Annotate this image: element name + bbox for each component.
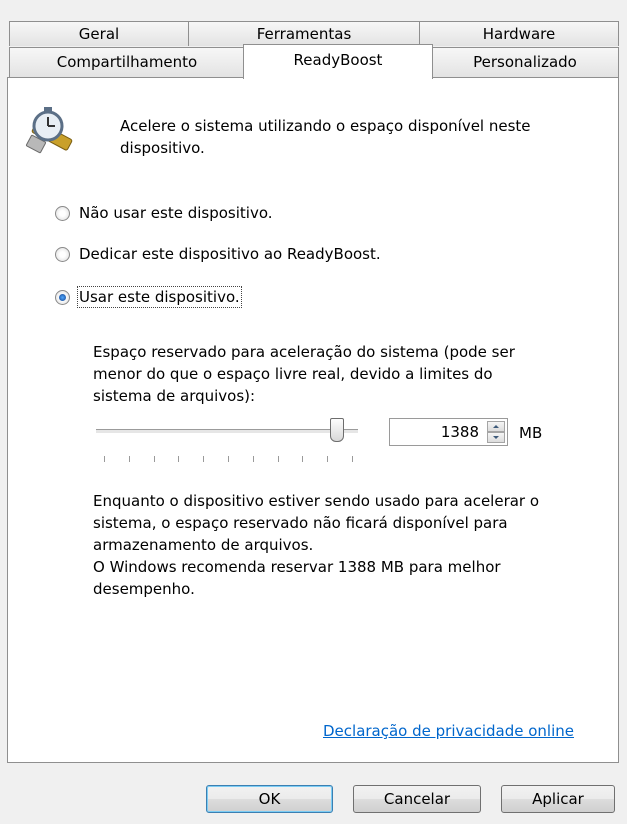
- slider-tick: [154, 456, 155, 462]
- option-nao-usar-label[interactable]: Não usar este dispositivo.: [79, 204, 273, 222]
- cancel-button[interactable]: Cancelar: [353, 785, 481, 813]
- info-line-1: Enquanto o dispositivo estiver sendo usa…: [93, 492, 540, 510]
- info-line-4: O Windows recomenda reservar 1388 MB par…: [93, 558, 501, 576]
- stopwatch-usb-icon: [25, 107, 73, 154]
- slider-tick: [203, 456, 204, 462]
- header-line-1: Acelere o sistema utilizando o espaço di…: [120, 117, 531, 135]
- arrow-down-icon: [493, 436, 499, 439]
- radio-nao-usar[interactable]: [55, 206, 70, 221]
- reserved-line-1: Espaço reservado para aceleração do sist…: [93, 343, 515, 361]
- reserved-line-2: menor do que o espaço livre real, devido…: [93, 365, 493, 383]
- privacy-link[interactable]: Declaração de privacidade online: [323, 722, 574, 740]
- slider-tick: [228, 456, 229, 462]
- radio-dedicar[interactable]: [55, 247, 70, 262]
- reserved-unit: MB: [519, 424, 543, 442]
- slider-tick: [278, 456, 279, 462]
- slider-track[interactable]: [96, 429, 358, 434]
- slider-tick: [129, 456, 130, 462]
- info-line-3: armazenamento de arquivos.: [93, 536, 314, 554]
- option-usar-label[interactable]: Usar este dispositivo.: [77, 286, 242, 308]
- reserved-size-input[interactable]: 1388: [389, 418, 508, 446]
- slider-tick: [327, 456, 328, 462]
- slider-tick: [178, 456, 179, 462]
- spin-up-button[interactable]: [487, 421, 505, 432]
- info-line-5: desempenho.: [93, 580, 195, 598]
- slider-tick: [253, 456, 254, 462]
- info-line-2: sistema, o espaço reservado não ficará d…: [93, 514, 508, 532]
- option-dedicar-label[interactable]: Dedicar este dispositivo ao ReadyBoost.: [79, 245, 381, 263]
- radio-usar[interactable]: [55, 290, 70, 305]
- reserved-size-value[interactable]: 1388: [441, 423, 479, 441]
- slider-tick: [104, 456, 105, 462]
- reserved-line-3: sistema de arquivos):: [93, 387, 256, 405]
- header-line-2: dispositivo.: [120, 139, 205, 157]
- arrow-up-icon: [493, 425, 499, 428]
- slider-tick: [302, 456, 303, 462]
- ok-button[interactable]: OK: [206, 785, 333, 813]
- panel-content: Acelere o sistema utilizando o espaço di…: [0, 0, 627, 824]
- apply-button[interactable]: Aplicar: [501, 785, 615, 813]
- slider-thumb[interactable]: [330, 418, 344, 442]
- spin-down-button[interactable]: [487, 432, 505, 443]
- slider-tick: [352, 456, 353, 462]
